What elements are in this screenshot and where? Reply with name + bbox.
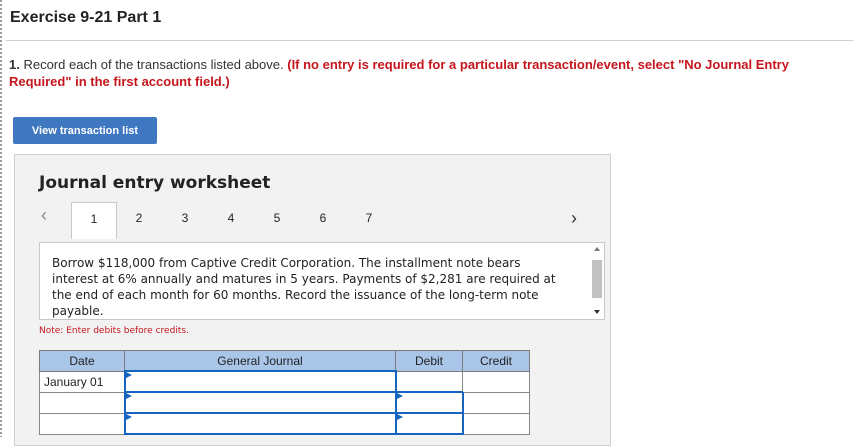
journal-entry-worksheet-panel: Journal entry worksheet ‹ 1 2 3 4 5 6 7 … <box>14 154 611 446</box>
general-journal-header: General Journal <box>124 350 396 372</box>
tab-6[interactable]: 6 <box>301 202 345 237</box>
instruction-number: 1. <box>9 57 20 72</box>
debit-input[interactable] <box>395 370 463 393</box>
next-transaction-icon[interactable]: › <box>571 208 577 229</box>
account-input[interactable] <box>123 391 397 414</box>
account-input[interactable] <box>123 370 397 393</box>
scroll-up-icon[interactable] <box>594 247 600 251</box>
credit-input[interactable] <box>462 391 530 414</box>
instructions: 1. Record each of the transactions liste… <box>9 56 847 90</box>
transaction-description: Borrow $118,000 from Captive Credit Corp… <box>52 256 556 318</box>
transaction-description-box: Borrow $118,000 from Captive Credit Corp… <box>39 242 605 320</box>
date-cell <box>39 391 125 414</box>
left-dotted-border <box>0 0 2 437</box>
tab-2[interactable]: 2 <box>117 202 161 237</box>
scroll-down-icon[interactable] <box>594 310 600 314</box>
page-title: Exercise 9-21 Part 1 <box>10 9 162 26</box>
date-cell: January 01 <box>39 370 125 393</box>
debit-header: Debit <box>395 350 463 372</box>
tab-3[interactable]: 3 <box>163 202 207 237</box>
view-transaction-list-button[interactable]: View transaction list <box>13 117 157 144</box>
prev-transaction-icon[interactable]: ‹ <box>41 205 47 226</box>
scrollbar-thumb[interactable] <box>592 260 602 298</box>
table-row <box>39 412 530 435</box>
credit-input[interactable] <box>462 412 530 435</box>
tab-4[interactable]: 4 <box>209 202 253 237</box>
debit-input[interactable] <box>394 391 464 414</box>
tab-1[interactable]: 1 <box>71 202 117 239</box>
credit-input[interactable] <box>462 370 530 393</box>
worksheet-title: Journal entry worksheet <box>39 173 271 193</box>
tab-7[interactable]: 7 <box>347 202 391 237</box>
date-header: Date <box>39 350 125 372</box>
date-cell <box>39 412 125 435</box>
account-input[interactable] <box>123 412 397 435</box>
credit-header: Credit <box>462 350 530 372</box>
entry-note: Note: Enter debits before credits. <box>39 326 189 336</box>
tab-5[interactable]: 5 <box>255 202 299 237</box>
instruction-text: Record each of the transactions listed a… <box>19 57 288 72</box>
table-row: January 01 <box>39 370 530 393</box>
debit-input[interactable] <box>394 412 464 435</box>
title-divider <box>6 40 853 41</box>
journal-table: Date General Journal Debit Credit Januar… <box>39 350 530 435</box>
table-row <box>39 391 530 414</box>
